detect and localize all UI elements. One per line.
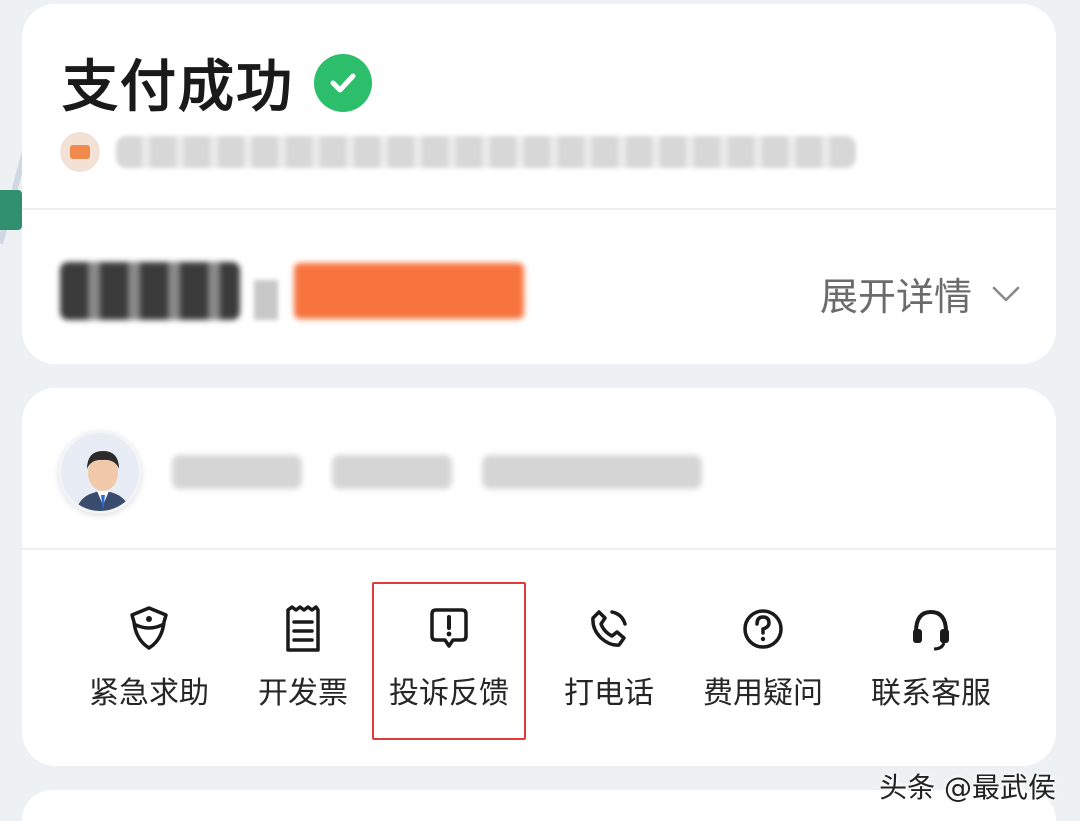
action-label: 投诉反馈	[389, 676, 509, 711]
price-redacted	[60, 262, 240, 320]
headset-icon	[913, 609, 949, 651]
shield-icon	[130, 606, 168, 650]
complaint-feedback-button[interactable]: 投诉反馈	[374, 560, 524, 740]
action-label: 开发票	[258, 676, 348, 711]
action-bar: 紧急求助 开发票 投诉反馈 打电话 费用疑问 联系客服	[22, 560, 1056, 760]
divider	[22, 548, 1056, 550]
divider	[22, 208, 1056, 210]
feedback-icon	[430, 608, 468, 648]
trip-logo-icon	[60, 132, 100, 172]
contact-support-button[interactable]: 联系客服	[856, 560, 1006, 740]
car-model-redacted	[332, 455, 452, 489]
driver-details-redacted	[172, 455, 702, 489]
trip-info-redacted	[116, 136, 856, 168]
question-icon	[743, 609, 783, 649]
trip-info	[60, 132, 856, 172]
action-label: 打电话	[564, 676, 654, 711]
check-circle-icon	[314, 53, 372, 112]
chevron-down-icon	[992, 286, 1020, 301]
page-title: 支付成功	[62, 55, 294, 120]
call-button[interactable]: 打电话	[534, 560, 684, 740]
expand-details-button[interactable]: 展开详情	[820, 266, 1022, 321]
emergency-help-button[interactable]: 紧急求助	[74, 560, 224, 740]
payment-status: 支付成功	[62, 42, 372, 123]
action-label: 紧急求助	[89, 676, 209, 711]
map-marker	[0, 190, 22, 230]
invoice-button[interactable]: 开发票	[228, 560, 378, 740]
plate-number-redacted	[482, 455, 702, 489]
phone-icon	[591, 610, 627, 647]
driver-actions-card: 紧急求助 开发票 投诉反馈 打电话 费用疑问 联系客服	[22, 388, 1056, 766]
receipt-icon	[286, 605, 320, 652]
action-label: 费用疑问	[703, 676, 823, 711]
driver-name-redacted	[172, 455, 302, 489]
price-row	[60, 262, 524, 320]
driver-info	[58, 430, 702, 514]
price-unit-redacted	[254, 280, 278, 320]
action-label: 联系客服	[871, 676, 991, 711]
payment-summary-card: 支付成功 展开详情	[22, 4, 1056, 364]
coupon-badge-redacted	[294, 263, 524, 319]
driver-avatar	[58, 430, 142, 514]
fee-question-button[interactable]: 费用疑问	[688, 560, 838, 740]
watermark: 头条 @最武侯	[879, 771, 1056, 804]
expand-details-label: 展开详情	[819, 275, 972, 319]
